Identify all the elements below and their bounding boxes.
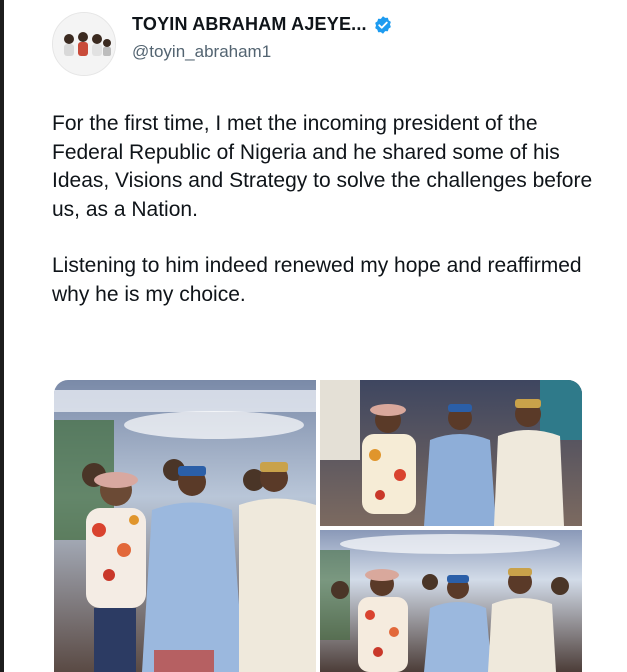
tweet-header: TOYIN ABRAHAM AJEYE... @toyin_abraham1 [52, 10, 612, 76]
verified-badge-icon [374, 15, 391, 34]
tweet-body: For the first time, I met the incoming p… [52, 110, 612, 337]
avatar[interactable] [52, 12, 116, 76]
display-name[interactable]: TOYIN ABRAHAM AJEYE... [132, 14, 367, 35]
media-grid [54, 380, 582, 672]
photo-left[interactable] [54, 380, 316, 672]
photo-bottom-right[interactable] [320, 530, 582, 672]
tweet-paragraph-1: For the first time, I met the incoming p… [52, 112, 593, 221]
photo-top-right[interactable] [320, 380, 582, 526]
user-handle[interactable]: @toyin_abraham1 [132, 42, 271, 62]
tweet-paragraph-2: Listening to him indeed renewed my hope … [52, 254, 582, 306]
left-edge-bar [0, 0, 4, 672]
